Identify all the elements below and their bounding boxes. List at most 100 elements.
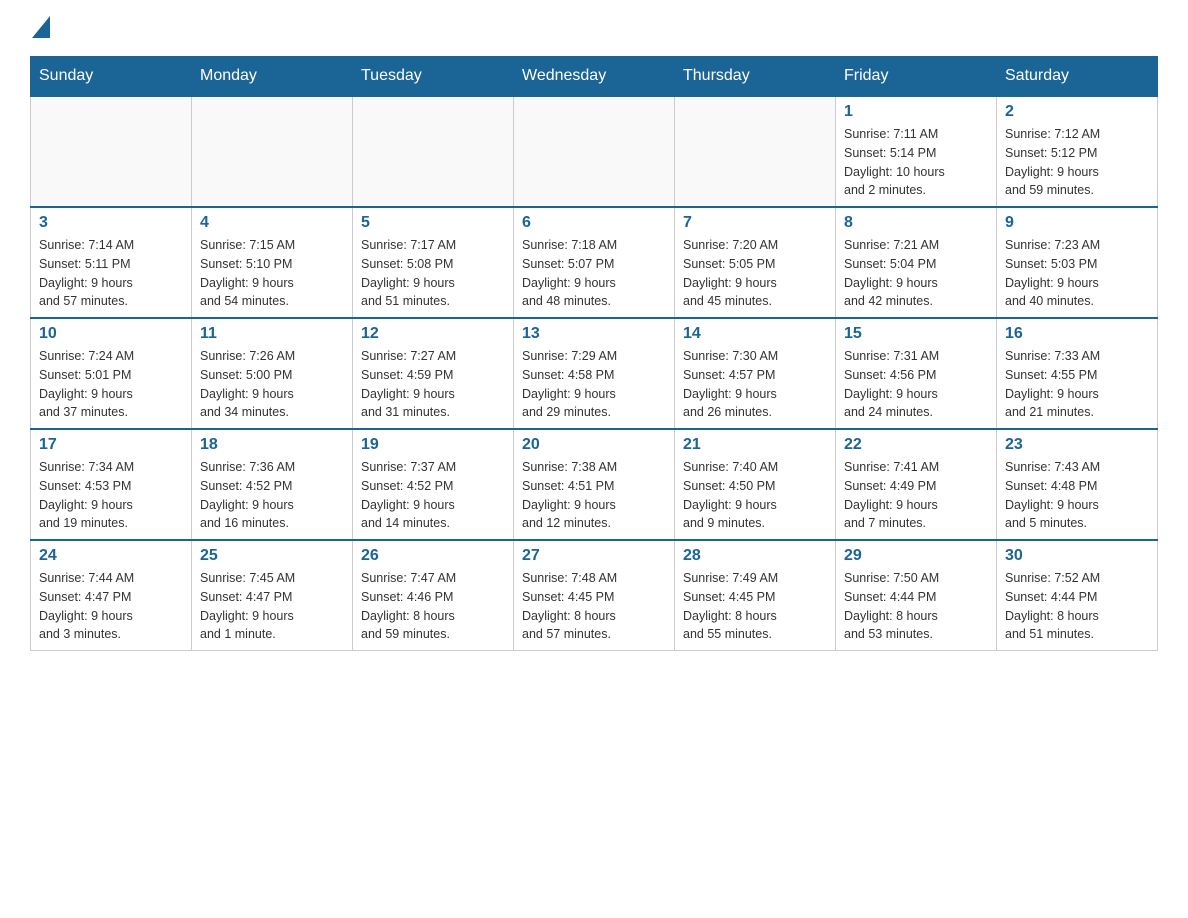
calendar-cell: 7 Sunrise: 7:20 AM Sunset: 5:05 PM Daylig… — [675, 207, 836, 318]
day-number: 9 — [1005, 214, 1149, 232]
day-info: Sunrise: 7:44 AM Sunset: 4:47 PM Dayligh… — [39, 569, 183, 644]
day-number: 7 — [683, 214, 827, 232]
day-info: Sunrise: 7:31 AM Sunset: 4:56 PM Dayligh… — [844, 347, 988, 422]
calendar-cell: 3 Sunrise: 7:14 AM Sunset: 5:11 PM Daylig… — [31, 207, 192, 318]
day-number: 11 — [200, 325, 344, 343]
day-number: 1 — [844, 103, 988, 121]
calendar-cell: 25 Sunrise: 7:45 AM Sunset: 4:47 PM Dayli… — [192, 540, 353, 651]
calendar-cell — [675, 96, 836, 207]
day-info: Sunrise: 7:15 AM Sunset: 5:10 PM Dayligh… — [200, 236, 344, 311]
calendar-cell: 16 Sunrise: 7:33 AM Sunset: 4:55 PM Dayli… — [997, 318, 1158, 429]
day-info: Sunrise: 7:24 AM Sunset: 5:01 PM Dayligh… — [39, 347, 183, 422]
calendar-cell: 24 Sunrise: 7:44 AM Sunset: 4:47 PM Dayli… — [31, 540, 192, 651]
day-info: Sunrise: 7:50 AM Sunset: 4:44 PM Dayligh… — [844, 569, 988, 644]
day-info: Sunrise: 7:40 AM Sunset: 4:50 PM Dayligh… — [683, 458, 827, 533]
day-number: 5 — [361, 214, 505, 232]
calendar-cell: 22 Sunrise: 7:41 AM Sunset: 4:49 PM Dayli… — [836, 429, 997, 540]
day-number: 8 — [844, 214, 988, 232]
calendar-cell: 11 Sunrise: 7:26 AM Sunset: 5:00 PM Dayli… — [192, 318, 353, 429]
day-info: Sunrise: 7:48 AM Sunset: 4:45 PM Dayligh… — [522, 569, 666, 644]
calendar-cell: 30 Sunrise: 7:52 AM Sunset: 4:44 PM Dayli… — [997, 540, 1158, 651]
day-number: 18 — [200, 436, 344, 454]
day-info: Sunrise: 7:26 AM Sunset: 5:00 PM Dayligh… — [200, 347, 344, 422]
day-info: Sunrise: 7:34 AM Sunset: 4:53 PM Dayligh… — [39, 458, 183, 533]
calendar-cell — [192, 96, 353, 207]
day-number: 3 — [39, 214, 183, 232]
calendar-cell: 17Sunrise: 7:34 AM Sunset: 4:53 PM Dayli… — [31, 429, 192, 540]
calendar-cell: 27Sunrise: 7:48 AM Sunset: 4:45 PM Dayli… — [514, 540, 675, 651]
calendar-cell: 8 Sunrise: 7:21 AM Sunset: 5:04 PM Daylig… — [836, 207, 997, 318]
calendar-cell: 4Sunrise: 7:15 AM Sunset: 5:10 PM Daylig… — [192, 207, 353, 318]
day-number: 25 — [200, 547, 344, 565]
day-info: Sunrise: 7:43 AM Sunset: 4:48 PM Dayligh… — [1005, 458, 1149, 533]
week-row-2: 3 Sunrise: 7:14 AM Sunset: 5:11 PM Daylig… — [31, 207, 1158, 318]
day-info: Sunrise: 7:23 AM Sunset: 5:03 PM Dayligh… — [1005, 236, 1149, 311]
day-info: Sunrise: 7:27 AM Sunset: 4:59 PM Dayligh… — [361, 347, 505, 422]
day-info: Sunrise: 7:37 AM Sunset: 4:52 PM Dayligh… — [361, 458, 505, 533]
day-number: 23 — [1005, 436, 1149, 454]
day-number: 15 — [844, 325, 988, 343]
day-info: Sunrise: 7:18 AM Sunset: 5:07 PM Dayligh… — [522, 236, 666, 311]
day-info: Sunrise: 7:45 AM Sunset: 4:47 PM Dayligh… — [200, 569, 344, 644]
day-number: 21 — [683, 436, 827, 454]
weekday-header-thursday: Thursday — [675, 57, 836, 97]
calendar-cell — [353, 96, 514, 207]
day-number: 22 — [844, 436, 988, 454]
day-number: 30 — [1005, 547, 1149, 565]
day-info: Sunrise: 7:33 AM Sunset: 4:55 PM Dayligh… — [1005, 347, 1149, 422]
day-number: 29 — [844, 547, 988, 565]
day-number: 24 — [39, 547, 183, 565]
day-info: Sunrise: 7:49 AM Sunset: 4:45 PM Dayligh… — [683, 569, 827, 644]
day-number: 6 — [522, 214, 666, 232]
day-info: Sunrise: 7:20 AM Sunset: 5:05 PM Dayligh… — [683, 236, 827, 311]
day-info: Sunrise: 7:29 AM Sunset: 4:58 PM Dayligh… — [522, 347, 666, 422]
week-row-4: 17Sunrise: 7:34 AM Sunset: 4:53 PM Dayli… — [31, 429, 1158, 540]
calendar-table: SundayMondayTuesdayWednesdayThursdayFrid… — [30, 56, 1158, 651]
calendar-cell: 5 Sunrise: 7:17 AM Sunset: 5:08 PM Daylig… — [353, 207, 514, 318]
day-info: Sunrise: 7:11 AM Sunset: 5:14 PM Dayligh… — [844, 125, 988, 200]
calendar-cell: 26 Sunrise: 7:47 AM Sunset: 4:46 PM Dayli… — [353, 540, 514, 651]
calendar-cell: 13 Sunrise: 7:29 AM Sunset: 4:58 PM Dayli… — [514, 318, 675, 429]
calendar-cell: 14 Sunrise: 7:30 AM Sunset: 4:57 PM Dayli… — [675, 318, 836, 429]
day-info: Sunrise: 7:12 AM Sunset: 5:12 PM Dayligh… — [1005, 125, 1149, 200]
day-info: Sunrise: 7:41 AM Sunset: 4:49 PM Dayligh… — [844, 458, 988, 533]
day-info: Sunrise: 7:14 AM Sunset: 5:11 PM Dayligh… — [39, 236, 183, 311]
weekday-header-saturday: Saturday — [997, 57, 1158, 97]
weekday-header-tuesday: Tuesday — [353, 57, 514, 97]
calendar-cell: 1 Sunrise: 7:11 AM Sunset: 5:14 PM Daylig… — [836, 96, 997, 207]
day-info: Sunrise: 7:17 AM Sunset: 5:08 PM Dayligh… — [361, 236, 505, 311]
day-info: Sunrise: 7:38 AM Sunset: 4:51 PM Dayligh… — [522, 458, 666, 533]
header — [30, 20, 1158, 36]
calendar-cell: 29 Sunrise: 7:50 AM Sunset: 4:44 PM Dayli… — [836, 540, 997, 651]
week-row-5: 24 Sunrise: 7:44 AM Sunset: 4:47 PM Dayli… — [31, 540, 1158, 651]
calendar-cell: 18Sunrise: 7:36 AM Sunset: 4:52 PM Dayli… — [192, 429, 353, 540]
day-number: 13 — [522, 325, 666, 343]
day-info: Sunrise: 7:47 AM Sunset: 4:46 PM Dayligh… — [361, 569, 505, 644]
calendar-cell: 28 Sunrise: 7:49 AM Sunset: 4:45 PM Dayli… — [675, 540, 836, 651]
weekday-header-friday: Friday — [836, 57, 997, 97]
day-number: 20 — [522, 436, 666, 454]
calendar-cell — [514, 96, 675, 207]
calendar-cell: 23 Sunrise: 7:43 AM Sunset: 4:48 PM Dayli… — [997, 429, 1158, 540]
week-row-1: 1 Sunrise: 7:11 AM Sunset: 5:14 PM Daylig… — [31, 96, 1158, 207]
day-number: 19 — [361, 436, 505, 454]
logo-triangle-icon — [32, 16, 50, 38]
day-number: 2 — [1005, 103, 1149, 121]
weekday-header-sunday: Sunday — [31, 57, 192, 97]
week-row-3: 10 Sunrise: 7:24 AM Sunset: 5:01 PM Dayli… — [31, 318, 1158, 429]
calendar-cell: 20 Sunrise: 7:38 AM Sunset: 4:51 PM Dayli… — [514, 429, 675, 540]
calendar-cell: 15 Sunrise: 7:31 AM Sunset: 4:56 PM Dayli… — [836, 318, 997, 429]
day-number: 14 — [683, 325, 827, 343]
calendar-cell: 12 Sunrise: 7:27 AM Sunset: 4:59 PM Dayli… — [353, 318, 514, 429]
weekday-header-wednesday: Wednesday — [514, 57, 675, 97]
day-info: Sunrise: 7:52 AM Sunset: 4:44 PM Dayligh… — [1005, 569, 1149, 644]
day-info: Sunrise: 7:21 AM Sunset: 5:04 PM Dayligh… — [844, 236, 988, 311]
day-number: 10 — [39, 325, 183, 343]
day-number: 26 — [361, 547, 505, 565]
day-number: 16 — [1005, 325, 1149, 343]
calendar-cell: 19 Sunrise: 7:37 AM Sunset: 4:52 PM Dayli… — [353, 429, 514, 540]
weekday-header-row: SundayMondayTuesdayWednesdayThursdayFrid… — [31, 57, 1158, 97]
day-number: 28 — [683, 547, 827, 565]
day-number: 12 — [361, 325, 505, 343]
day-info: Sunrise: 7:30 AM Sunset: 4:57 PM Dayligh… — [683, 347, 827, 422]
